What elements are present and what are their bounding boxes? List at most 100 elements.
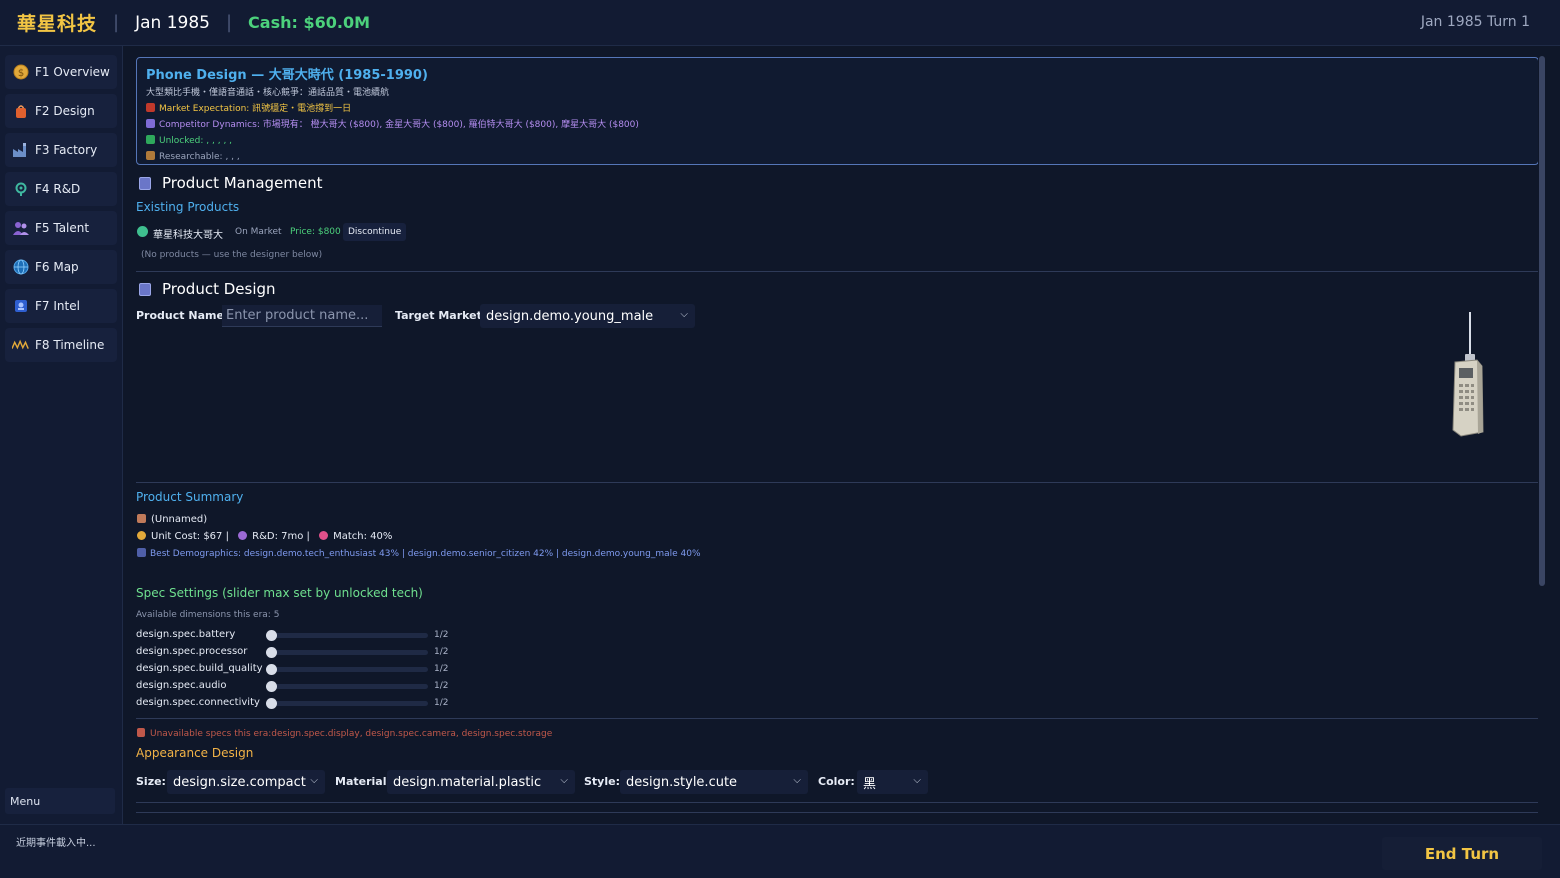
cash-display: Cash: $60.0M xyxy=(248,13,370,32)
unlocked-row: Unlocked: , , , , , xyxy=(146,133,1529,149)
sidebar-item-label: F7 Intel xyxy=(35,299,80,313)
spec-settings-heading: Spec Settings (slider max set by unlocke… xyxy=(136,586,423,600)
sidebar-item-talent[interactable]: F5 Talent xyxy=(5,211,117,245)
summary-name-row: (Unnamed) xyxy=(137,514,207,525)
timeline-icon xyxy=(12,336,30,354)
sidebar-item-timeline[interactable]: F8 Timeline xyxy=(5,328,117,362)
product-management-title: Product Management xyxy=(139,174,323,192)
factory-icon xyxy=(12,141,30,159)
product-name-input[interactable] xyxy=(222,305,382,327)
sidebar-item-label: F3 Factory xyxy=(35,143,98,157)
spec-label: design.spec.processor xyxy=(136,646,248,657)
target-market-select[interactable]: design.demo.young_male ⌵ xyxy=(480,304,695,328)
material-label: Material: xyxy=(335,775,391,788)
product-summary-heading: Product Summary xyxy=(136,490,244,504)
sidebar-item-label: F4 R&D xyxy=(35,182,81,196)
current-date: Jan 1985 xyxy=(135,12,210,33)
era-description: 大型類比手機・僅語音通話・核心競爭：通話品質・電池續航 xyxy=(146,88,390,98)
era-info-card: Phone Design — 大哥大時代 (1985-1990) 大型類比手機・… xyxy=(136,57,1539,165)
product-price: Price: $800 xyxy=(290,227,341,237)
competitor-dynamics: Competitor Dynamics: 市場現有： 橙大哥大 ($800), … xyxy=(159,120,639,130)
building-icon xyxy=(146,119,155,128)
size-value: design.size.compact xyxy=(173,774,306,790)
header-separator: | xyxy=(225,12,233,33)
status-dot-icon xyxy=(137,226,148,237)
unit-cost: Unit Cost: $67 | xyxy=(151,531,229,542)
chevron-down-icon: ⌵ xyxy=(310,775,318,786)
lab-icon xyxy=(12,180,30,198)
section-divider xyxy=(136,802,1539,803)
bag-icon xyxy=(12,102,30,120)
target-market-label: Target Market: xyxy=(395,309,487,322)
spec-value: 1/2 xyxy=(434,630,449,640)
sidebar-item-label: F2 Design xyxy=(35,104,95,118)
market-expectation: Market Expectation: 訊號穩定・電池撐到一日 xyxy=(159,104,352,114)
sidebar-item-map[interactable]: F6 Map xyxy=(5,250,117,284)
spec-slider-handle[interactable] xyxy=(266,664,277,675)
spec-slider-handle[interactable] xyxy=(266,698,277,709)
chevron-down-icon: ⌵ xyxy=(793,775,801,786)
recent-events: 近期事件載入中... xyxy=(16,838,96,849)
sidebar-item-intel[interactable]: F7 Intel xyxy=(5,289,117,323)
spec-value: 1/2 xyxy=(434,681,449,691)
best-demographics-row: Best Demographics: design.demo.tech_enth… xyxy=(137,548,701,559)
main-scrollbar[interactable] xyxy=(1538,56,1546,814)
spec-slider-track[interactable] xyxy=(270,684,428,689)
material-select[interactable]: design.material.plastic ⌵ xyxy=(387,770,575,794)
section-divider xyxy=(136,482,1539,483)
style-value: design.style.cute xyxy=(626,774,738,790)
unlocked-list: Unlocked: , , , , , xyxy=(159,136,233,146)
flask-icon xyxy=(146,151,155,160)
menu-button[interactable]: Menu xyxy=(5,788,115,814)
color-select[interactable]: 黑 ⌵ xyxy=(857,770,928,794)
spec-label: design.spec.battery xyxy=(136,629,236,640)
sidebar-item-factory[interactable]: F3 Factory xyxy=(5,133,117,167)
building-icon xyxy=(139,282,151,296)
spec-slider-track[interactable] xyxy=(270,633,428,638)
spec-label: design.spec.build_quality xyxy=(136,663,263,674)
match-percent: Match: 40% xyxy=(333,531,393,542)
spec-slider-handle[interactable] xyxy=(266,647,277,658)
style-select[interactable]: design.style.cute ⌵ xyxy=(620,770,808,794)
spec-slider-track[interactable] xyxy=(270,650,428,655)
spec-slider-track[interactable] xyxy=(270,667,428,672)
flask-icon xyxy=(238,531,248,540)
size-label: Size: xyxy=(136,775,166,788)
style-label: Style: xyxy=(584,775,620,788)
spec-value: 1/2 xyxy=(434,698,449,708)
summary-stats-row: Unit Cost: $67 | R&D: 7mo | Match: 40% xyxy=(137,531,392,542)
top-bar: 華星科技 | Jan 1985 | Cash: $60.0M Jan 1985 … xyxy=(0,0,1560,46)
best-demographics: Best Demographics: design.demo.tech_enth… xyxy=(150,549,701,559)
company-name: 華星科技 xyxy=(17,13,98,35)
sidebar-item-design[interactable]: F2 Design xyxy=(5,94,117,128)
target-icon xyxy=(319,531,329,540)
market-expectation-row: Market Expectation: 訊號穩定・電池撐到一日 xyxy=(146,101,1529,117)
spec-slider-track[interactable] xyxy=(270,701,428,706)
section-divider xyxy=(136,271,1539,272)
chevron-down-icon: ⌵ xyxy=(680,309,688,320)
spy-icon xyxy=(12,297,30,315)
status-badge: On Market xyxy=(235,227,282,237)
footer-bar: 近期事件載入中... End Turn xyxy=(0,824,1560,878)
money-bag-icon xyxy=(137,531,146,540)
researchable-list: Researchable: , , , xyxy=(159,152,240,162)
scrollbar-thumb[interactable] xyxy=(1539,56,1545,586)
discontinue-button[interactable]: Discontinue xyxy=(343,223,407,241)
phone-preview xyxy=(1447,310,1491,440)
competitor-dynamics-row: Competitor Dynamics: 市場現有： 橙大哥大 ($800), … xyxy=(146,117,1529,133)
sidebar-item-label: F8 Timeline xyxy=(35,338,105,352)
empty-products-note: (No products — use the designer below) xyxy=(141,250,323,260)
rnd-time: R&D: 7mo | xyxy=(252,531,310,542)
sidebar-item-rnd[interactable]: F4 R&D xyxy=(5,172,117,206)
end-turn-button[interactable]: End Turn xyxy=(1382,837,1542,870)
sidebar-item-overview[interactable]: $ F1 Overview xyxy=(5,55,117,89)
brick-phone-icon xyxy=(1452,312,1484,437)
color-label: Color: xyxy=(818,775,855,788)
product-name: 華星科技大哥大 xyxy=(153,230,223,241)
size-select[interactable]: design.size.compact ⌵ xyxy=(167,770,325,794)
spec-slider-handle[interactable] xyxy=(266,630,277,641)
lock-icon xyxy=(137,728,145,737)
existing-products-heading: Existing Products xyxy=(136,200,240,214)
spec-slider-handle[interactable] xyxy=(266,681,277,692)
spec-label: design.spec.connectivity xyxy=(136,697,260,708)
